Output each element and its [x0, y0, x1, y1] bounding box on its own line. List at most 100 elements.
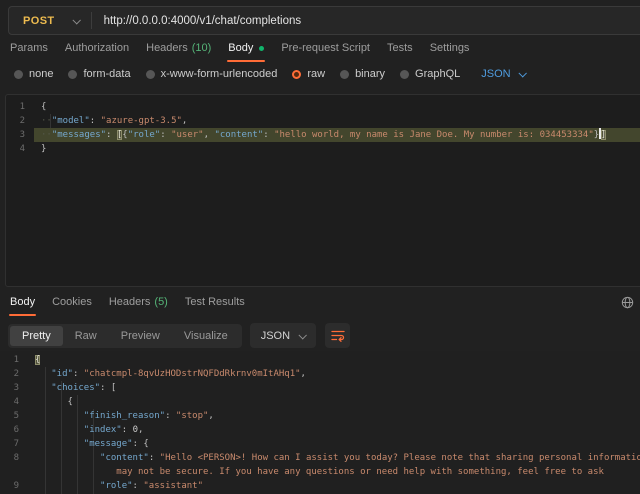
radio-icon — [340, 70, 349, 79]
response-tab-cookies[interactable]: Cookies — [52, 296, 92, 316]
body-mode-binary[interactable]: binary — [340, 68, 385, 80]
view-pretty[interactable]: Pretty — [10, 326, 63, 346]
globe-icon[interactable] — [621, 296, 634, 314]
method-selector[interactable]: POST — [9, 15, 91, 27]
request-tab-pre-request-script[interactable]: Pre-request Script — [281, 42, 370, 62]
language-label: JSON — [481, 68, 510, 80]
request-body-editor[interactable]: 1{2··"model": "azure-gpt-3.5",3··"messag… — [5, 94, 640, 287]
postman-window: POST Params Authorization Headers (10) Bo… — [0, 0, 640, 494]
response-toolbar: Pretty Raw Preview Visualize JSON — [8, 323, 350, 348]
url-input[interactable] — [104, 15, 640, 27]
view-raw[interactable]: Raw — [63, 326, 109, 346]
code-line: 8 "content": "Hello <PERSON>! How can I … — [0, 451, 640, 465]
code-text: "choices": [ — [28, 381, 640, 395]
code-line: 1{ — [0, 353, 640, 367]
chevron-down-icon — [518, 69, 526, 77]
request-tab-settings[interactable]: Settings — [430, 42, 470, 62]
code-text: "message": { — [28, 437, 640, 451]
line-number: 6 — [0, 423, 28, 437]
code-line: 3 "choices": [ — [0, 381, 640, 395]
headers-count-badge: (5) — [154, 296, 167, 308]
radio-icon — [146, 70, 155, 79]
code-line: may not be secure. If you have any quest… — [0, 465, 640, 479]
code-text: { — [28, 353, 640, 367]
code-line: 1{ — [6, 100, 640, 114]
response-tab-headers[interactable]: Headers(5) — [109, 296, 168, 316]
response-tab-test-results[interactable]: Test Results — [185, 296, 245, 316]
headers-count-badge: (10) — [192, 42, 212, 54]
mode-label: binary — [355, 68, 385, 80]
code-text: ··"messages": [{"role": "user", "content… — [34, 128, 640, 142]
tab-label: Test Results — [185, 296, 245, 308]
tab-label: Params — [10, 42, 48, 54]
code-text: { — [34, 100, 640, 114]
code-text: { — [28, 395, 640, 409]
response-tab-body[interactable]: Body — [10, 296, 35, 316]
code-line: 9 "role": "assistant" — [0, 479, 640, 493]
divider — [91, 12, 92, 29]
mode-label: GraphQL — [415, 68, 460, 80]
line-number: 4 — [6, 142, 34, 156]
line-number: 5 — [0, 409, 28, 423]
line-number: 1 — [6, 100, 34, 114]
code-text: } — [34, 142, 640, 156]
text-wrap-icon — [331, 329, 345, 342]
mode-label: form-data — [83, 68, 130, 80]
body-mode-row: none form-data x-www-form-urlencoded raw… — [14, 68, 525, 80]
request-tab-body[interactable]: Body — [228, 42, 264, 62]
response-body-editor[interactable]: 1{2 "id": "chatcmpl-8qvUzHODstrNQFDdRkrn… — [0, 351, 640, 494]
code-text: ··"model": "azure-gpt-3.5", — [34, 114, 640, 128]
code-text: may not be secure. If you have any quest… — [28, 465, 640, 479]
code-line: 3··"messages": [{"role": "user", "conten… — [6, 128, 640, 142]
body-mode-none[interactable]: none — [14, 68, 53, 80]
line-number: 8 — [0, 451, 28, 465]
code-line: 2 "id": "chatcmpl-8qvUzHODstrNQFDdRkrnv0… — [0, 367, 640, 381]
radio-icon — [68, 70, 77, 79]
request-tab-params[interactable]: Params — [10, 42, 48, 62]
body-mode-x-www-form-urlencoded[interactable]: x-www-form-urlencoded — [146, 68, 278, 80]
code-text: "content": "Hello <PERSON>! How can I as… — [28, 451, 640, 465]
body-mode-raw[interactable]: raw — [292, 68, 325, 80]
method-label: POST — [23, 15, 55, 27]
code-line: 4} — [6, 142, 640, 156]
tab-label: Body — [10, 296, 35, 308]
unsaved-body-dot — [259, 46, 264, 51]
line-number: 3 — [6, 128, 34, 142]
code-line: 2··"model": "azure-gpt-3.5", — [6, 114, 640, 128]
mode-label: raw — [307, 68, 325, 80]
request-tab-headers[interactable]: Headers (10) — [146, 42, 211, 62]
request-tab-authorization[interactable]: Authorization — [65, 42, 129, 62]
body-mode-graphql[interactable]: GraphQL — [400, 68, 460, 80]
view-visualize[interactable]: Visualize — [172, 326, 240, 346]
request-language-dropdown[interactable]: JSON — [481, 68, 524, 80]
tab-label: Headers — [109, 296, 151, 308]
line-number: 7 — [0, 437, 28, 451]
line-number: 1 — [0, 353, 28, 367]
line-number: 2 — [0, 367, 28, 381]
view-preview[interactable]: Preview — [109, 326, 172, 346]
wrap-lines-button[interactable] — [325, 323, 350, 348]
line-number: 9 — [0, 479, 28, 493]
tab-label: Settings — [430, 42, 470, 54]
body-mode-form-data[interactable]: form-data — [68, 68, 130, 80]
code-line: 6 "index": 0, — [0, 423, 640, 437]
mode-label: none — [29, 68, 53, 80]
response-view-switch: Pretty Raw Preview Visualize — [8, 324, 242, 348]
code-text: "index": 0, — [28, 423, 640, 437]
line-number: 2 — [6, 114, 34, 128]
line-number: 3 — [0, 381, 28, 395]
radio-icon — [292, 70, 301, 79]
tab-label: Cookies — [52, 296, 92, 308]
radio-icon — [14, 70, 23, 79]
request-tab-tests[interactable]: Tests — [387, 42, 413, 62]
line-number: 4 — [0, 395, 28, 409]
tab-label: Tests — [387, 42, 413, 54]
code-text: "finish_reason": "stop", — [28, 409, 640, 423]
tab-label: Headers — [146, 42, 188, 54]
response-language-dropdown[interactable]: JSON — [250, 323, 316, 348]
code-text: "role": "assistant" — [28, 479, 640, 493]
chevron-down-icon — [299, 331, 307, 339]
tab-label: Pre-request Script — [281, 42, 370, 54]
tab-label: Body — [228, 42, 253, 54]
mode-label: x-www-form-urlencoded — [161, 68, 278, 80]
